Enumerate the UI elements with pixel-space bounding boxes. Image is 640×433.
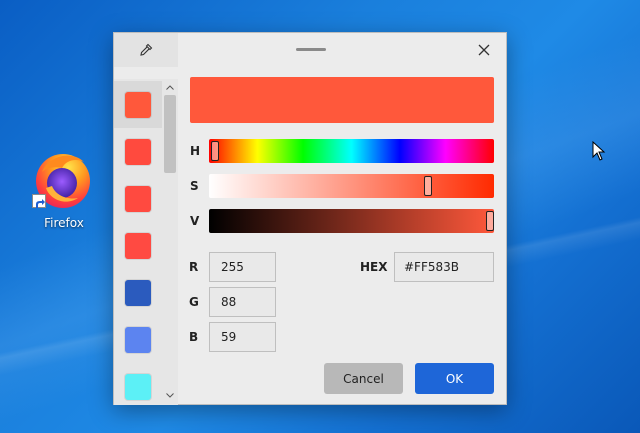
shortcut-arrow-icon — [32, 194, 46, 208]
swatch-item[interactable] — [114, 81, 162, 128]
chevron-up-icon — [166, 84, 174, 90]
swatch-item[interactable] — [114, 316, 162, 363]
value-slider-thumb[interactable] — [486, 211, 494, 231]
value-label: V — [190, 214, 200, 228]
cancel-button[interactable]: Cancel — [324, 363, 403, 394]
color-swatch — [125, 373, 151, 400]
green-input[interactable]: 88 — [209, 287, 276, 317]
color-swatch — [125, 232, 151, 259]
blue-label: B — [189, 330, 199, 344]
green-label: G — [189, 295, 199, 309]
red-input[interactable]: 255 — [209, 252, 276, 282]
hue-slider[interactable] — [209, 139, 494, 163]
blue-input[interactable]: 59 — [209, 322, 276, 352]
eyedropper-button[interactable] — [114, 33, 178, 67]
ok-button[interactable]: OK — [415, 363, 494, 394]
color-preview — [190, 77, 494, 123]
value-slider[interactable] — [209, 209, 494, 233]
swatch-item[interactable] — [114, 363, 162, 405]
drag-handle[interactable] — [296, 48, 326, 51]
scrollbar-thumb[interactable] — [164, 95, 176, 173]
hex-input[interactable]: #FF583B — [394, 252, 494, 282]
chevron-down-icon — [166, 392, 174, 398]
hue-slider-thumb[interactable] — [210, 141, 219, 161]
swatch-scrollbar[interactable] — [162, 79, 178, 405]
title-bar[interactable] — [114, 33, 506, 67]
color-swatch — [125, 185, 151, 212]
saturation-slider[interactable] — [209, 174, 494, 198]
mouse-cursor-icon — [592, 141, 606, 161]
close-button[interactable] — [470, 37, 498, 63]
color-swatch — [125, 91, 151, 118]
firefox-shortcut[interactable]: Firefox — [28, 148, 100, 238]
saturation-slider-thumb[interactable] — [424, 176, 433, 196]
swatch-item[interactable] — [114, 175, 162, 222]
scroll-down-button[interactable] — [164, 389, 176, 401]
red-label: R — [189, 260, 199, 274]
close-icon — [478, 44, 490, 56]
eyedropper-icon — [140, 43, 153, 56]
color-swatch — [125, 326, 151, 353]
swatch-item[interactable] — [114, 128, 162, 175]
swatch-list — [114, 79, 178, 405]
color-swatch — [125, 138, 151, 165]
color-swatch — [125, 279, 151, 306]
saturation-label: S — [190, 179, 199, 193]
shortcut-label: Firefox — [44, 216, 84, 230]
color-picker-dialog: H S V R 255 G 88 B 59 HEX #FF583B Cancel… — [113, 32, 507, 405]
hex-label: HEX — [360, 260, 388, 274]
swatch-item[interactable] — [114, 269, 162, 316]
scroll-up-button[interactable] — [164, 81, 176, 93]
swatch-item[interactable] — [114, 222, 162, 269]
hue-label: H — [190, 144, 201, 158]
